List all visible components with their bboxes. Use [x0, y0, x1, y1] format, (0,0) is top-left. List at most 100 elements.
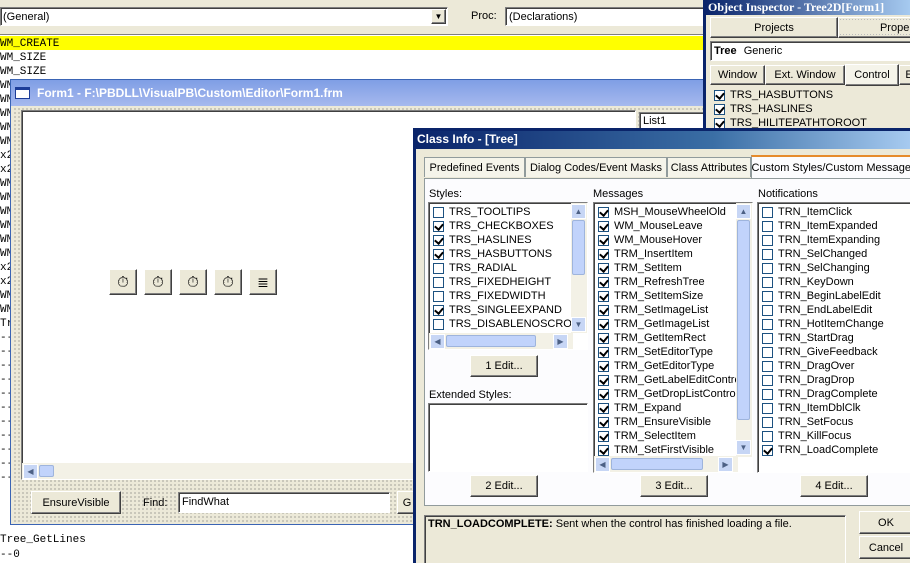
- checkbox[interactable]: [598, 276, 609, 288]
- ok-button[interactable]: OK: [859, 511, 910, 534]
- notification-item[interactable]: TRN_DragOver: [762, 359, 884, 373]
- notification-item[interactable]: TRN_DragComplete: [762, 387, 884, 401]
- object-inspector-titlebar[interactable]: Object Inspector - Tree2D[Form1]: [706, 0, 910, 15]
- styles-vscrollbar[interactable]: ▲ ▼: [571, 203, 587, 333]
- scroll-down-icon[interactable]: ▼: [571, 317, 586, 332]
- message-item[interactable]: TRM_GetLabelEditControl: [598, 373, 743, 387]
- message-item[interactable]: TRM_Expand: [598, 401, 743, 415]
- checkbox[interactable]: [762, 318, 773, 330]
- message-item[interactable]: WM_MouseHover: [598, 233, 743, 247]
- scroll-left-icon[interactable]: ◀: [595, 457, 610, 472]
- scroll-thumb[interactable]: [39, 465, 54, 477]
- checkbox[interactable]: [433, 220, 444, 232]
- notifications-edit-button[interactable]: 4 Edit...: [800, 475, 868, 497]
- checkbox[interactable]: [433, 248, 444, 260]
- checkbox[interactable]: [762, 346, 773, 358]
- messages-vscrollbar[interactable]: ▲ ▼: [736, 203, 752, 457]
- notification-item[interactable]: TRN_BeginLabelEdit: [762, 289, 884, 303]
- subtab-ext-window[interactable]: Ext. Window: [765, 65, 845, 85]
- extended-styles-list[interactable]: [428, 403, 588, 472]
- notification-item[interactable]: TRN_ItemClick: [762, 205, 884, 219]
- scroll-thumb[interactable]: [611, 458, 703, 470]
- message-item[interactable]: MSH_MouseWheelOld: [598, 205, 743, 219]
- checkbox[interactable]: [762, 234, 773, 246]
- subtab-control[interactable]: Control: [845, 64, 899, 86]
- notification-item[interactable]: TRN_LoadComplete: [762, 443, 884, 457]
- object-combo-dropdown[interactable]: ▼: [431, 9, 446, 24]
- message-item[interactable]: TRM_GetImageList: [598, 317, 743, 331]
- message-item[interactable]: WM_MouseLeave: [598, 219, 743, 233]
- messages-edit-button[interactable]: 3 Edit...: [640, 475, 708, 497]
- checkbox[interactable]: [762, 388, 773, 400]
- message-item[interactable]: TRM_SelectItem: [598, 429, 743, 443]
- style-item[interactable]: TRS_HASLINES: [433, 233, 584, 247]
- checkbox[interactable]: [598, 318, 609, 330]
- notification-item[interactable]: TRN_GiveFeedback: [762, 345, 884, 359]
- notification-item[interactable]: TRN_StartDrag: [762, 331, 884, 345]
- styles-list[interactable]: TRS_TOOLTIPS TRS_CHECKBOXES TRS_HASLINES TR…: [428, 202, 588, 350]
- scroll-thumb[interactable]: [572, 220, 585, 275]
- style-item[interactable]: TRS_TOOLTIPS: [433, 205, 584, 219]
- stopwatch-button-1[interactable]: ⏱: [109, 269, 137, 295]
- message-item[interactable]: TRM_SetEditorType: [598, 345, 743, 359]
- checkbox[interactable]: [598, 444, 609, 456]
- stopwatch-button-3[interactable]: ⏱: [179, 269, 207, 295]
- class-info-titlebar[interactable]: Class Info - [Tree]: [416, 131, 910, 149]
- checkbox[interactable]: [762, 402, 773, 414]
- scroll-up-icon[interactable]: ▲: [571, 204, 586, 219]
- tab-properties[interactable]: Propert: [838, 17, 910, 38]
- checkbox[interactable]: [433, 206, 444, 218]
- checkbox[interactable]: [598, 388, 609, 400]
- checkbox[interactable]: [598, 220, 609, 232]
- scroll-up-icon[interactable]: ▲: [736, 204, 751, 219]
- checkbox[interactable]: [762, 248, 773, 260]
- find-input[interactable]: FindWhat: [178, 492, 390, 513]
- checkbox[interactable]: [433, 276, 444, 288]
- tab-custom-styles[interactable]: Custom Styles/Custom Messages: [751, 155, 910, 179]
- checkbox[interactable]: [762, 276, 773, 288]
- message-item[interactable]: TRM_GetDropListControl: [598, 387, 743, 401]
- scroll-thumb[interactable]: [737, 220, 750, 420]
- style-item[interactable]: TRS_CHECKBOXES: [433, 219, 584, 233]
- message-item[interactable]: TRM_EnsureVisible: [598, 415, 743, 429]
- notification-item[interactable]: TRN_HotItemChange: [762, 317, 884, 331]
- notification-item[interactable]: TRN_KeyDown: [762, 275, 884, 289]
- checkbox[interactable]: [598, 290, 609, 302]
- notification-item[interactable]: TRN_ItemExpanded: [762, 219, 884, 233]
- checkbox[interactable]: [762, 332, 773, 344]
- checkbox[interactable]: [714, 117, 725, 129]
- notification-item[interactable]: TRN_SelChanging: [762, 261, 884, 275]
- message-item[interactable]: TRM_GetEditorType: [598, 359, 743, 373]
- checkbox[interactable]: [762, 262, 773, 274]
- scroll-right-icon[interactable]: ▶: [553, 334, 568, 349]
- scroll-right-icon[interactable]: ▶: [718, 457, 733, 472]
- notification-item[interactable]: TRN_SetFocus: [762, 415, 884, 429]
- checkbox[interactable]: [598, 360, 609, 372]
- checkbox[interactable]: [762, 430, 773, 442]
- proc-combo[interactable]: (Declarations): [505, 7, 705, 26]
- checkbox[interactable]: [433, 234, 444, 246]
- message-item[interactable]: TRM_GetItemRect: [598, 331, 743, 345]
- checkbox[interactable]: [433, 290, 444, 302]
- style-item[interactable]: TRS_SINGLEEXPAND: [433, 303, 584, 317]
- tab-dialog-codes[interactable]: Dialog Codes/Event Masks: [525, 157, 667, 177]
- message-item[interactable]: TRM_InsertItem: [598, 247, 743, 261]
- subtab-e[interactable]: E: [899, 65, 910, 85]
- oi-style-item[interactable]: TRS_HASLINES: [714, 102, 867, 116]
- styles-hscrollbar[interactable]: ◀ ▶: [429, 333, 573, 349]
- oi-style-item[interactable]: TRS_HASBUTTONS: [714, 88, 867, 102]
- message-item[interactable]: TRM_SetImageList: [598, 303, 743, 317]
- styles-edit-button[interactable]: 1 Edit...: [470, 355, 538, 377]
- messages-hscrollbar[interactable]: ◀ ▶: [594, 456, 738, 472]
- checkbox[interactable]: [433, 262, 444, 274]
- stopwatch-button-2[interactable]: ⏱: [144, 269, 172, 295]
- checkbox[interactable]: [762, 290, 773, 302]
- checkbox[interactable]: [598, 416, 609, 428]
- object-combo[interactable]: (General) ▼: [0, 7, 448, 26]
- message-item[interactable]: TRM_SetFirstVisible: [598, 443, 743, 457]
- message-item[interactable]: TRM_SetItemSize: [598, 289, 743, 303]
- checkbox[interactable]: [714, 89, 725, 101]
- style-item[interactable]: TRS_DISABLENOSCROLL: [433, 317, 584, 331]
- checkbox[interactable]: [598, 206, 609, 218]
- checkbox[interactable]: [762, 444, 773, 456]
